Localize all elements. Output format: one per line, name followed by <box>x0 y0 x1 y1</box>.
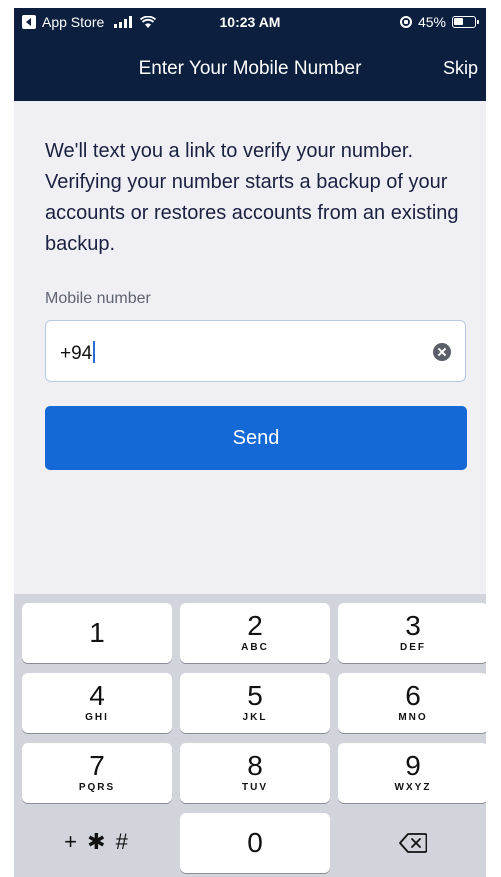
key-letters: JKL <box>242 712 268 723</box>
key-1[interactable]: 1 <box>22 603 172 663</box>
battery-icon <box>452 16 479 28</box>
key-letters: TUV <box>242 782 268 793</box>
key-letters: MNO <box>398 712 428 723</box>
key-letters: PQRS <box>78 782 116 793</box>
page-title: Enter Your Mobile Number <box>138 58 362 79</box>
key-digit: 6 <box>405 680 421 711</box>
backspace-icon <box>399 833 427 853</box>
key-digit: 8 <box>247 750 263 781</box>
key-5[interactable]: 5 JKL <box>180 673 330 733</box>
orientation-lock-icon <box>399 16 412 28</box>
key-8[interactable]: 8 TUV <box>180 743 330 803</box>
key-9[interactable]: 9 WXYZ <box>338 743 486 803</box>
send-button-label: Send <box>232 426 280 449</box>
numeric-keypad: 1 2 ABC 3 DEF 4 GHI 5 JKL 6 MNO 7 PQRS 8… <box>14 594 486 877</box>
key-0[interactable]: 0 <box>180 813 330 873</box>
key-digit: 0 <box>247 827 263 858</box>
key-digit: 1 <box>89 617 105 648</box>
symbols-label: + ✱ # <box>64 829 130 854</box>
top-bar: App Store 10:23 AM 45% Enter Your Mobile… <box>14 8 486 101</box>
battery-percent: 45% <box>417 14 446 30</box>
key-letters: ABC <box>241 642 269 653</box>
key-letters: GHI <box>85 712 109 723</box>
key-digit: 2 <box>247 610 263 641</box>
mobile-number-field[interactable]: +94 <box>45 320 466 382</box>
status-bar: App Store 10:23 AM 45% <box>14 8 486 36</box>
text-cursor <box>93 341 96 363</box>
key-digit: 7 <box>89 750 105 781</box>
mobile-number-label: Mobile number <box>45 290 151 307</box>
key-symbols[interactable]: + ✱ # <box>22 813 172 873</box>
key-digit: 9 <box>405 750 421 781</box>
key-6[interactable]: 6 MNO <box>338 673 486 733</box>
phone-screen: App Store 10:23 AM 45% Enter Your Mobile… <box>14 8 486 877</box>
key-digit: 4 <box>89 680 105 711</box>
clear-icon[interactable] <box>433 343 451 361</box>
key-2[interactable]: 2 ABC <box>180 603 330 663</box>
mobile-number-value[interactable]: +94 <box>60 343 92 364</box>
key-4[interactable]: 4 GHI <box>22 673 172 733</box>
instructions-text: We'll text you a link to verify your num… <box>45 140 459 255</box>
key-letters: DEF <box>400 642 426 653</box>
key-3[interactable]: 3 DEF <box>338 603 486 663</box>
send-button[interactable]: Send <box>45 406 467 470</box>
key-7[interactable]: 7 PQRS <box>22 743 172 803</box>
key-digit: 3 <box>405 610 421 641</box>
delete-key[interactable] <box>338 813 486 873</box>
key-digit: 5 <box>247 680 263 711</box>
key-letters: WXYZ <box>394 782 432 793</box>
skip-button[interactable]: Skip <box>443 58 478 79</box>
